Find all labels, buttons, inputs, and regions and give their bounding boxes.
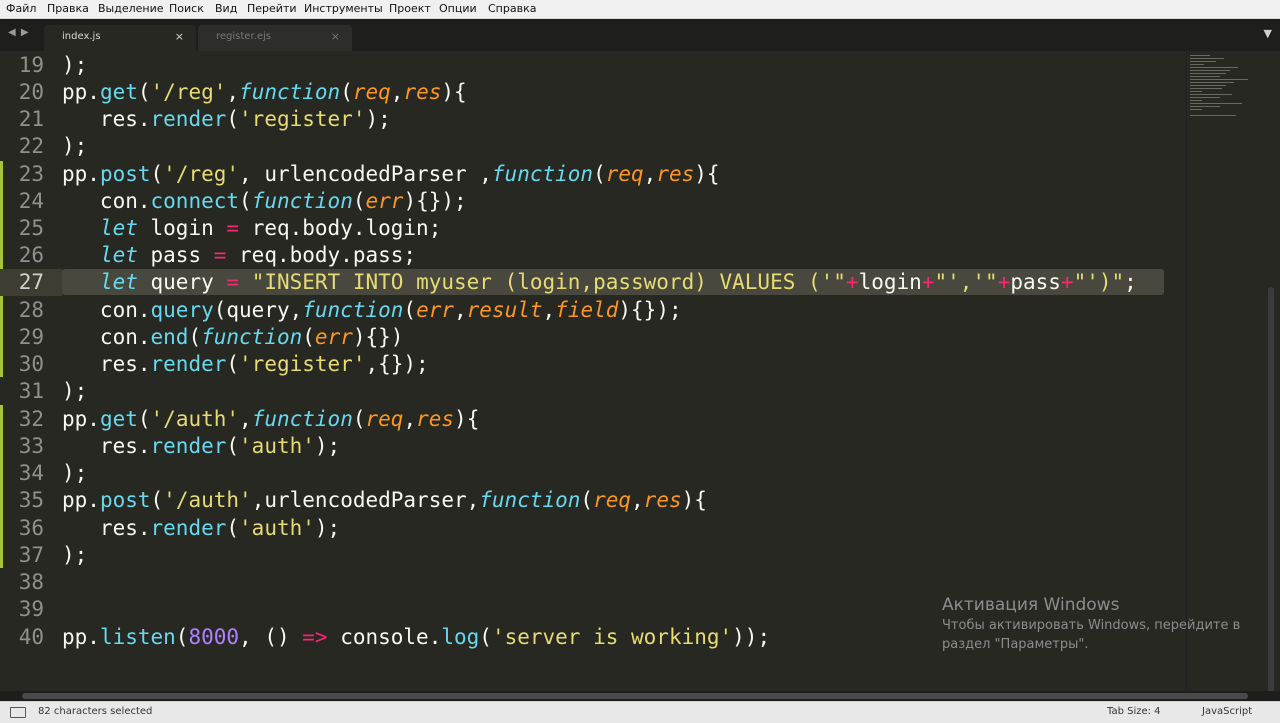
code-line: ); <box>62 543 88 567</box>
menu-file[interactable]: Файл <box>6 0 36 18</box>
menu-edit[interactable]: Правка <box>47 0 89 18</box>
tab-bar: ◀ ▶ index.js × register.ejs × ▼ <box>0 19 1280 51</box>
horizontal-scrollbar-thumb[interactable] <box>22 693 1248 699</box>
line-number: 26 <box>18 243 44 267</box>
line-number-current: 27 <box>18 270 44 294</box>
menu-selection[interactable]: Выделение <box>98 0 164 18</box>
status-syntax[interactable]: JavaScript <box>1202 706 1252 717</box>
status-bar: 82 characters selected Tab Size: 4 JavaS… <box>0 701 1280 723</box>
code-line: ); <box>62 53 88 77</box>
minimap-row <box>1190 91 1202 92</box>
code-line: con.end(function(err){}) <box>62 325 404 349</box>
line-number: 39 <box>18 597 44 621</box>
line-number: 31 <box>18 379 44 403</box>
line-number: 30 <box>18 352 44 376</box>
line-number: 35 <box>18 488 44 512</box>
code-line: res.render('auth'); <box>62 434 341 458</box>
code-line: let pass = req.body.pass; <box>99 243 417 267</box>
code-line: pp.post('/reg', urlencodedParser ,functi… <box>62 162 720 186</box>
minimap-row <box>1190 76 1220 77</box>
windows-activation-watermark: Активация Windows Чтобы активировать Win… <box>942 594 1272 654</box>
minimap-row <box>1190 67 1238 68</box>
line-number: 21 <box>18 107 44 131</box>
menu-goto[interactable]: Перейти <box>247 0 297 18</box>
activation-title: Активация Windows <box>942 595 1120 615</box>
line-number: 24 <box>18 189 44 213</box>
minimap-row <box>1190 100 1202 101</box>
code-line: res.render('register'); <box>62 107 391 131</box>
line-number: 22 <box>18 134 44 158</box>
minimap-row <box>1190 73 1226 74</box>
activation-line-2: раздел "Параметры". <box>942 637 1089 652</box>
minimap-row <box>1190 58 1224 59</box>
line-number: 23 <box>18 162 44 186</box>
line-number: 33 <box>18 434 44 458</box>
minimap-row <box>1190 106 1220 107</box>
minimap-row <box>1190 109 1202 110</box>
panel-toggle-icon[interactable] <box>10 707 26 718</box>
code-line: pp.listen(8000, () => console.log('serve… <box>62 625 771 649</box>
minimap-row <box>1190 103 1242 104</box>
line-number: 38 <box>18 570 44 594</box>
line-number: 29 <box>18 325 44 349</box>
horizontal-scrollbar[interactable] <box>0 691 1280 701</box>
code-line: ); <box>62 379 88 403</box>
tab-index-js[interactable]: index.js × <box>44 25 196 51</box>
tab-label: index.js <box>62 31 101 42</box>
line-number: 20 <box>18 80 44 104</box>
minimap-row <box>1190 88 1222 89</box>
code-line: pp.get('/reg',function(req,res){ <box>62 80 467 104</box>
line-number: 19 <box>18 53 44 77</box>
tab-menu-chevron-down-icon[interactable]: ▼ <box>1264 27 1272 40</box>
tab-label: register.ejs <box>216 31 271 42</box>
minimap-row <box>1190 82 1234 83</box>
tab-scroll-arrows-icon[interactable]: ◀ ▶ <box>8 27 30 38</box>
minimap-row <box>1190 61 1216 62</box>
code-line: pp.post('/auth',urlencodedParser,functio… <box>62 488 707 512</box>
line-number: 37 <box>18 543 44 567</box>
code-line: res.render('register',{}); <box>62 352 429 376</box>
code-line: ); <box>62 134 88 158</box>
minimap-row <box>1190 97 1220 98</box>
status-tab-size[interactable]: Tab Size: 4 <box>1107 706 1161 717</box>
close-icon[interactable]: × <box>175 30 184 43</box>
menu-find[interactable]: Поиск <box>169 0 204 18</box>
line-number: 34 <box>18 461 44 485</box>
code-line: res.render('auth'); <box>62 516 341 540</box>
menu-view[interactable]: Вид <box>215 0 237 18</box>
line-number: 32 <box>18 407 44 431</box>
menu-tools[interactable]: Инструменты <box>304 0 383 18</box>
line-number: 25 <box>18 216 44 240</box>
minimap-row <box>1190 79 1248 80</box>
activation-line-1: Чтобы активировать Windows, перейдите в <box>942 618 1241 633</box>
minimap-row <box>1190 94 1232 95</box>
menu-preferences[interactable]: Опции <box>439 0 477 18</box>
line-number: 36 <box>18 516 44 540</box>
minimap-row <box>1190 70 1230 71</box>
code-line: pp.get('/auth',function(req,res){ <box>62 407 480 431</box>
tab-register-ejs[interactable]: register.ejs × <box>198 25 352 51</box>
code-line: let query = "INSERT INTO myuser (login,p… <box>99 270 1137 294</box>
menu-project[interactable]: Проект <box>389 0 431 18</box>
status-selection: 82 characters selected <box>38 706 153 717</box>
minimap-row <box>1190 115 1236 116</box>
code-line: con.connect(function(err){}); <box>62 189 467 213</box>
close-icon[interactable]: × <box>331 30 340 43</box>
line-number: 40 <box>18 625 44 649</box>
minimap-row <box>1190 64 1204 65</box>
code-line: ); <box>62 461 88 485</box>
code-line: let login = req.body.login; <box>99 216 442 240</box>
code-line: con.query(query,function(err,result,fiel… <box>62 298 682 322</box>
line-number: 28 <box>18 298 44 322</box>
menu-help[interactable]: Справка <box>488 0 536 18</box>
menu-bar: Файл Правка Выделение Поиск Вид Перейти … <box>0 0 1280 19</box>
minimap-row <box>1190 55 1210 56</box>
minimap-row <box>1190 85 1226 86</box>
